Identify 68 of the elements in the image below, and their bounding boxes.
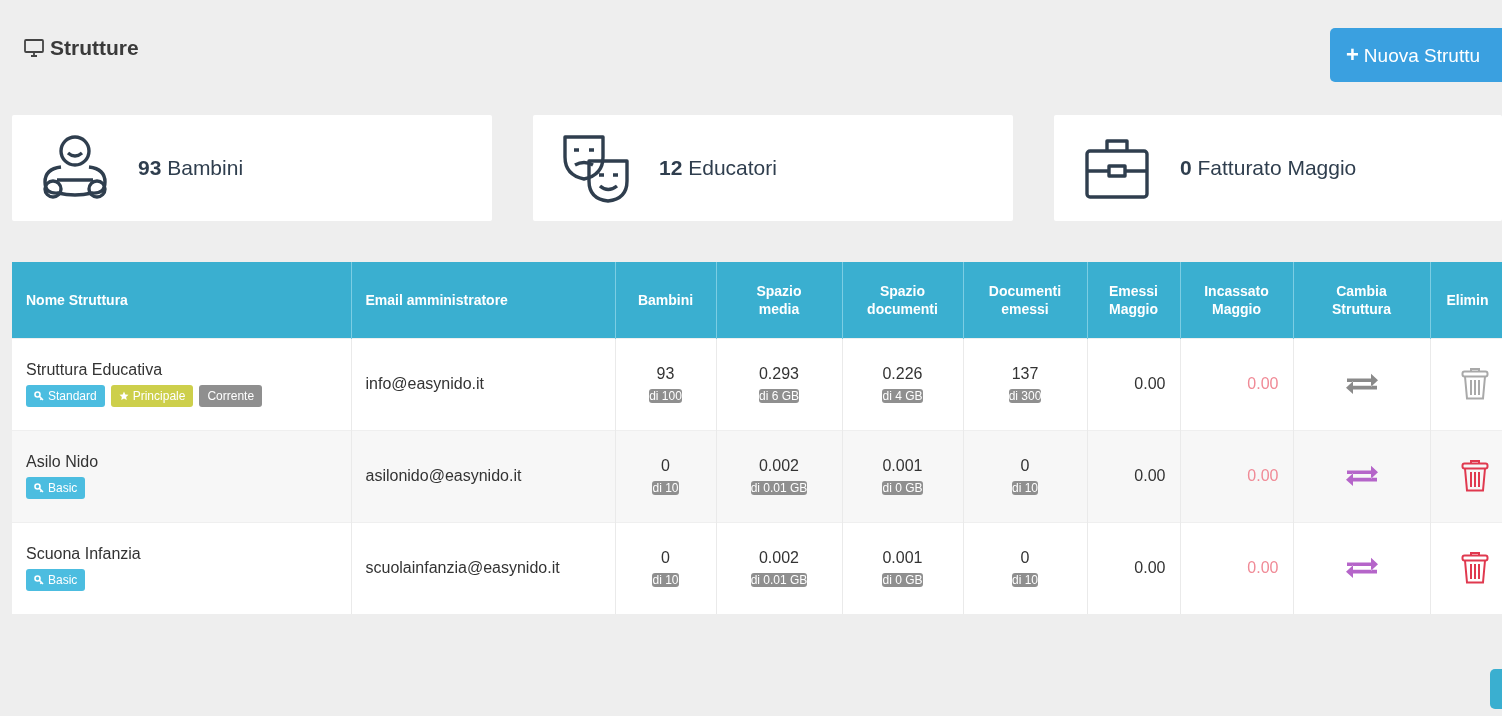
tag: Corrente [199,385,263,407]
email-text: info@easynido.it [365,375,485,392]
amount-text: 0.00 [1134,559,1166,577]
tag: Basic [26,569,86,592]
limit-badge: di 0 GB [882,481,923,495]
trash-icon[interactable] [1460,459,1489,493]
column-header: Nome Struttura [12,262,351,338]
column-header: Documenti emessi [963,262,1087,338]
star-icon [118,391,129,401]
column-header: Spazio media [716,262,842,338]
usage-value: 137 [1011,365,1039,383]
column-header: Bambini [615,262,716,338]
key-icon [34,575,44,586]
limit-badge: di 300 [1008,389,1042,403]
column-header: Cambia Struttura [1293,262,1430,338]
column-header: Spazio documenti [842,262,963,338]
switch-arrows-icon[interactable] [1344,556,1379,581]
tag: Basic [26,477,86,499]
limit-badge: di 0.01 GB [750,481,808,495]
usage-value: 0.001 [882,549,923,568]
usage-value: 0 [1020,549,1030,568]
email-text: asilonido@easynido.it [365,467,522,484]
structure-name: Asilo Nido [26,453,99,471]
usage-value: 0 [661,457,670,475]
page-title: Strutture [50,36,139,60]
switch-arrows-icon[interactable] [1344,464,1379,488]
usage-value: 0.002 [758,549,799,568]
trash-icon[interactable] [1460,551,1489,586]
amount-text: 0.00 [1134,467,1166,484]
usage-value: 0.002 [758,457,799,475]
tag: Standard [26,385,105,407]
trash-icon[interactable] [1460,367,1489,401]
structure-name: Struttura Educativa [26,361,163,379]
limit-badge: di 100 [649,389,682,403]
key-icon [34,391,44,401]
amount-text: 0.00 [1247,559,1279,577]
limit-badge: di 6 GB [759,389,799,403]
usage-value: 93 [656,365,675,383]
switch-arrows-icon[interactable] [1344,372,1379,396]
limit-badge: di 0.01 GB [750,573,808,588]
email-text: scuolainfanzia@easynido.it [365,559,560,577]
limit-badge: di 10 [1012,573,1038,588]
usage-value: 0.293 [758,365,799,383]
key-icon [34,483,44,493]
structure-name: Scuona Infanzia [26,545,141,564]
limit-badge: di 0 GB [882,573,923,588]
amount-text: 0.00 [1247,467,1279,484]
column-header: Incassato Maggio [1180,262,1293,338]
usage-value: 0.001 [882,457,923,475]
limit-badge: di 10 [652,481,679,495]
stat-label: 93 Bambini [138,156,244,180]
column-header: Email amministratore [351,262,615,338]
usage-value: 0 [1020,457,1030,475]
theater-masks-icon [561,133,631,203]
stat-label: 12 Educatori [659,156,777,180]
limit-badge: di 10 [652,573,679,588]
limit-badge: di 4 GB [882,389,923,403]
usage-value: 0.226 [882,365,923,383]
amount-text: 0.00 [1247,375,1279,392]
column-header: Elimin [1430,262,1502,338]
column-header: Emessi Maggio [1087,262,1180,338]
tag: Principale [110,385,194,407]
stat-label: 0 Fatturato Maggio [1180,156,1357,180]
new-structure-button[interactable]: + Nuova Struttu [1330,28,1502,82]
amount-text: 0.00 [1134,375,1166,392]
monitor-icon [24,39,44,57]
usage-value: 0 [661,549,670,568]
limit-badge: di 10 [1012,481,1038,495]
